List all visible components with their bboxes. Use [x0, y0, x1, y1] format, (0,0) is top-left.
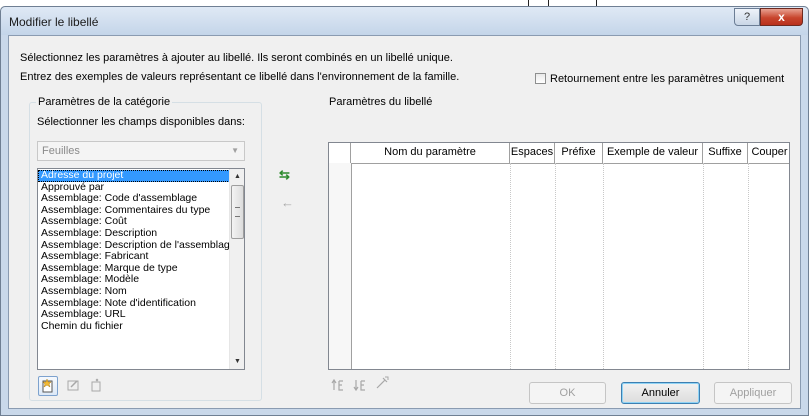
- list-item[interactable]: Assemblage: Description de l'assemblage: [38, 240, 230, 252]
- col-break[interactable]: Couper: [748, 143, 789, 163]
- column-divider: [603, 163, 604, 369]
- list-item[interactable]: Assemblage: Marque de type: [38, 263, 230, 275]
- new-parameter-button[interactable]: [38, 376, 58, 396]
- ok-button[interactable]: OK: [529, 382, 606, 404]
- move-down-button[interactable]: [351, 376, 369, 396]
- modify-label-dialog: Modifier le libellé ? x Sélectionnez les…: [0, 6, 809, 416]
- cancel-button[interactable]: Annuler: [621, 382, 700, 404]
- list-item[interactable]: Assemblage: Commentaires du type: [38, 205, 230, 217]
- col-sample-value[interactable]: Exemple de valeur: [603, 143, 703, 163]
- label-parameters-table[interactable]: Nom du paramètre Espaces Préfixe Exemple…: [328, 142, 790, 370]
- col-prefix[interactable]: Préfixe: [555, 143, 603, 163]
- col-suffix[interactable]: Suffixe: [703, 143, 748, 163]
- flip-parameters-checkbox[interactable]: [535, 73, 546, 84]
- window-title: Modifier le libellé: [9, 15, 99, 29]
- dialog-body: Sélectionnez les paramètres à ajouter au…: [8, 35, 801, 409]
- move-down-icon: [353, 380, 365, 392]
- scroll-up-icon[interactable]: ▲: [230, 169, 244, 184]
- scroll-thumb[interactable]: [231, 185, 244, 239]
- column-divider: [510, 163, 511, 369]
- list-item[interactable]: Assemblage: Note d'identification: [38, 298, 230, 310]
- apply-button[interactable]: Appliquer: [714, 382, 792, 404]
- edit-label-button[interactable]: [373, 374, 391, 394]
- available-fields-items: Adresse du projet Approuvé par Assemblage:…: [38, 170, 230, 332]
- column-divider: [555, 163, 556, 369]
- move-up-icon: [331, 378, 343, 391]
- list-item[interactable]: Chemin du fichier: [38, 321, 230, 333]
- category-source-value: Feuilles: [42, 145, 80, 157]
- title-bar[interactable]: Modifier le libellé ? x: [1, 7, 808, 35]
- new-parameter-icon: [42, 378, 53, 393]
- close-icon: x: [778, 10, 785, 24]
- list-item[interactable]: Assemblage: Code d'assemblage: [38, 193, 230, 205]
- fields-scrollbar[interactable]: ▲ ▼: [229, 169, 244, 369]
- category-source-dropdown[interactable]: Feuilles ▼: [37, 141, 245, 161]
- scroll-down-icon[interactable]: ▼: [230, 354, 244, 369]
- table-header: Nom du paramètre Espaces Préfixe Exemple…: [329, 143, 789, 164]
- edit-parameter-button[interactable]: [63, 376, 83, 396]
- flip-parameters-label[interactable]: Retournement entre les paramètres unique…: [550, 73, 784, 85]
- scroll-grip-icon: [235, 207, 240, 217]
- list-item[interactable]: Assemblage: Coût: [38, 216, 230, 228]
- add-parameter-icon[interactable]: ⇆: [279, 168, 290, 181]
- edit-parameter-icon: [67, 380, 79, 391]
- row-header-corner: [329, 143, 351, 163]
- chevron-down-icon[interactable]: ▼: [231, 146, 239, 155]
- instruction-text-2: Entrez des exemples de valeurs représent…: [20, 71, 460, 83]
- col-parameter-name[interactable]: Nom du paramètre: [351, 143, 510, 163]
- remove-parameter-icon[interactable]: ←: [281, 196, 294, 209]
- list-item[interactable]: Assemblage: URL: [38, 309, 230, 321]
- close-button[interactable]: x: [760, 8, 803, 26]
- category-parameters-title: Paramètres de la catégorie: [36, 96, 173, 108]
- column-divider: [748, 163, 749, 369]
- help-icon: ?: [743, 11, 751, 23]
- label-parameters-title: Paramètres du libellé: [327, 96, 435, 108]
- list-item[interactable]: Approuvé par: [38, 182, 230, 194]
- col-spaces[interactable]: Espaces: [510, 143, 555, 163]
- list-item[interactable]: Assemblage: Description: [38, 228, 230, 240]
- delete-parameter-button[interactable]: [86, 376, 106, 396]
- edit-label-icon: [376, 376, 389, 389]
- column-divider: [703, 163, 704, 369]
- list-item[interactable]: Adresse du projet: [38, 170, 230, 182]
- help-button[interactable]: ?: [734, 8, 760, 26]
- row-headers: [329, 163, 352, 369]
- instruction-text-1: Sélectionnez les paramètres à ajouter au…: [20, 52, 453, 64]
- select-fields-label: Sélectionner les champs disponibles dans…: [37, 116, 245, 128]
- delete-parameter-icon: [91, 378, 101, 392]
- move-up-button[interactable]: [329, 376, 347, 396]
- list-item[interactable]: Assemblage: Fabricant: [38, 251, 230, 263]
- list-item[interactable]: Assemblage: Nom: [38, 286, 230, 298]
- list-item[interactable]: Assemblage: Modèle: [38, 274, 230, 286]
- available-fields-list[interactable]: Adresse du projet Approuvé par Assemblage:…: [37, 168, 245, 370]
